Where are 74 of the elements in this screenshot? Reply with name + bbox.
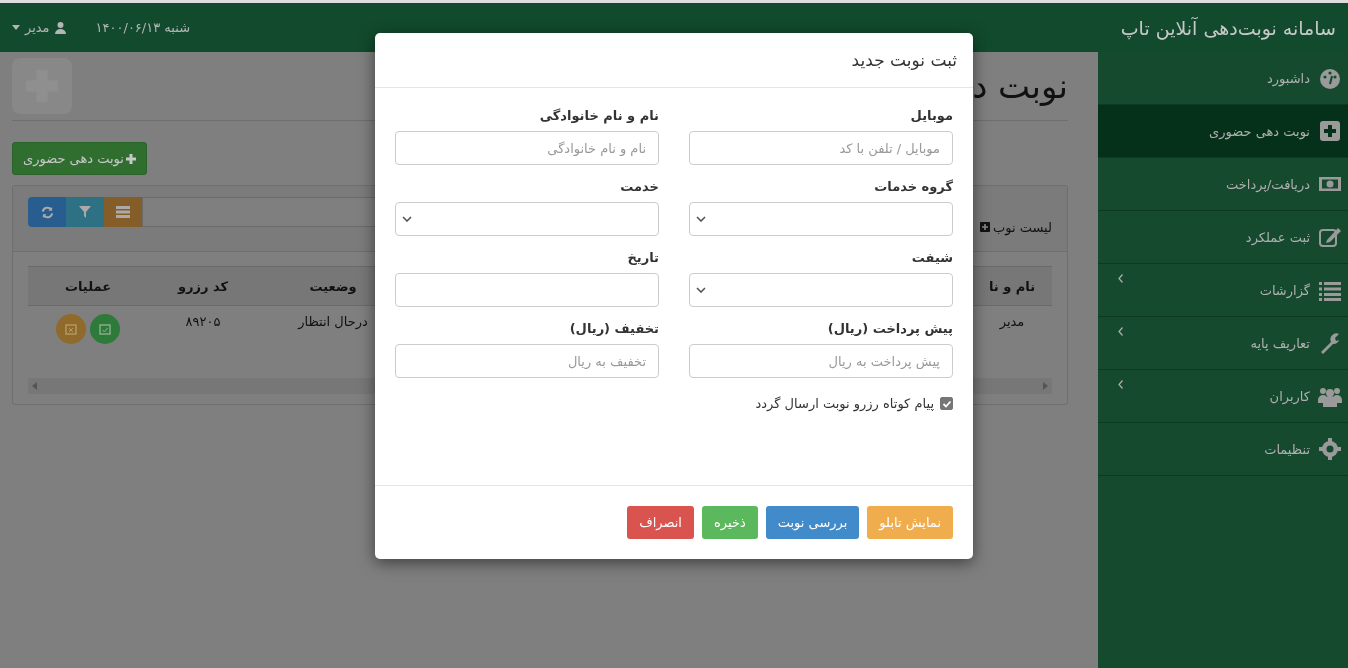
input-field[interactable]: پیش پرداخت به ریال xyxy=(689,344,953,378)
plus-square-icon xyxy=(1318,119,1342,143)
dialog-button[interactable]: انصراف xyxy=(627,506,694,539)
sidebar-item-label: نوبت دهی حضوری xyxy=(1209,123,1310,139)
field-label: نام و نام خانوادگی xyxy=(538,108,659,123)
date-text: شنبه ۱۴۰۰/۰۶/۱۳ xyxy=(95,20,191,35)
column-header: کد رزرو xyxy=(176,278,230,294)
field-label: تاریخ xyxy=(626,250,659,265)
input-field[interactable]: تخفیف به ریال xyxy=(395,344,659,378)
plus-icon xyxy=(125,153,136,164)
sidebar-item-label: دریافت/پرداخت xyxy=(1226,176,1310,192)
panel-title: لیست نوب xyxy=(980,203,1052,251)
sidebar-item[interactable]: کاربران xyxy=(1098,370,1348,423)
sidebar-item[interactable]: تنظیمات xyxy=(1098,423,1348,476)
sidebar-item-label: تعاریف پایه xyxy=(1250,335,1310,351)
gear-icon xyxy=(1318,437,1342,461)
cancel-button[interactable] xyxy=(56,314,86,344)
input-field[interactable]: نام و نام خانوادگی xyxy=(395,131,659,165)
confirm-button[interactable] xyxy=(90,314,120,344)
sidebar-item-label: داشبورد xyxy=(1267,70,1310,86)
field-label: شیفت xyxy=(910,250,953,265)
input-field[interactable]: موبایل / تلفن با کد xyxy=(689,131,953,165)
sidebar-item-label: تنظیمات xyxy=(1264,441,1310,457)
pencil-square-icon xyxy=(1318,225,1342,249)
sidebar-item-label: کاربران xyxy=(1269,388,1310,404)
filter-icon xyxy=(79,206,91,218)
left-arrow-icon[interactable] xyxy=(32,382,37,390)
refresh-icon xyxy=(40,205,54,219)
chevron-down-icon xyxy=(696,216,706,222)
column-header: نام و نا xyxy=(987,278,1037,294)
column-header: وضعیت xyxy=(308,278,358,294)
field-label: تخفیف (ریال) xyxy=(568,321,659,336)
checkbox[interactable] xyxy=(940,397,953,410)
user-name: مدیر xyxy=(25,20,50,35)
sidebar-item[interactable]: ثبت عملکرد xyxy=(1098,211,1348,264)
caret-icon xyxy=(12,25,20,30)
user-icon xyxy=(54,21,66,34)
table-cell-text: ۸۹۲۰۵ xyxy=(184,314,222,329)
columns-button[interactable] xyxy=(104,197,142,227)
checkbox-label: پیام کوتاه رزرو نوبت ارسال گردد xyxy=(755,396,934,411)
right-arrow-icon[interactable] xyxy=(1043,382,1048,390)
add-appointment-button[interactable]: نوبت دهی حضوری xyxy=(12,142,147,175)
page-heading: نوبت د xyxy=(972,66,1068,106)
dialog-button[interactable]: بررسی نوبت xyxy=(765,506,860,539)
list-icon xyxy=(116,206,130,218)
sidebar-item-label: ثبت عملکرد xyxy=(1245,229,1310,245)
field-label: پیش پرداخت (ریال) xyxy=(826,321,953,336)
table-cell-text: مدیر xyxy=(998,314,1026,329)
calendar-x-icon xyxy=(65,323,77,335)
chevron-down-icon xyxy=(402,216,412,222)
gauge-icon xyxy=(1318,66,1342,90)
select-field[interactable] xyxy=(689,202,953,236)
field-label: موبایل xyxy=(909,108,953,123)
table-cell-text: درحال انتظار xyxy=(296,314,369,329)
refresh-button[interactable] xyxy=(28,197,66,227)
user-menu[interactable]: مدیر xyxy=(12,20,66,35)
sidebar-item[interactable]: تعاریف پایه xyxy=(1098,317,1348,370)
select-field[interactable] xyxy=(689,273,953,307)
app-title: سامانه نوبت‌دهی آنلاین تاپ xyxy=(1098,0,1348,52)
chevron-down-icon xyxy=(696,287,706,293)
plus-square-icon xyxy=(980,222,991,232)
column-header: عملیات xyxy=(63,278,113,294)
sidebar-item[interactable]: گزارشات xyxy=(1098,264,1348,317)
field-label: گروه خدمات xyxy=(873,179,953,194)
input-field[interactable] xyxy=(395,273,659,307)
calendar-check-icon xyxy=(99,323,111,335)
dialog-title: ثبت نوبت جدید xyxy=(851,50,957,70)
field-label: خدمت xyxy=(619,179,659,194)
filter-button[interactable] xyxy=(66,197,104,227)
sidebar-item[interactable]: دریافت/پرداخت xyxy=(1098,158,1348,211)
select-field[interactable] xyxy=(395,202,659,236)
dialog-button[interactable]: ذخیره xyxy=(701,506,758,539)
sidebar-item[interactable]: نوبت دهی حضوری xyxy=(1098,105,1348,158)
sidebar-item-label: گزارشات xyxy=(1259,282,1310,298)
